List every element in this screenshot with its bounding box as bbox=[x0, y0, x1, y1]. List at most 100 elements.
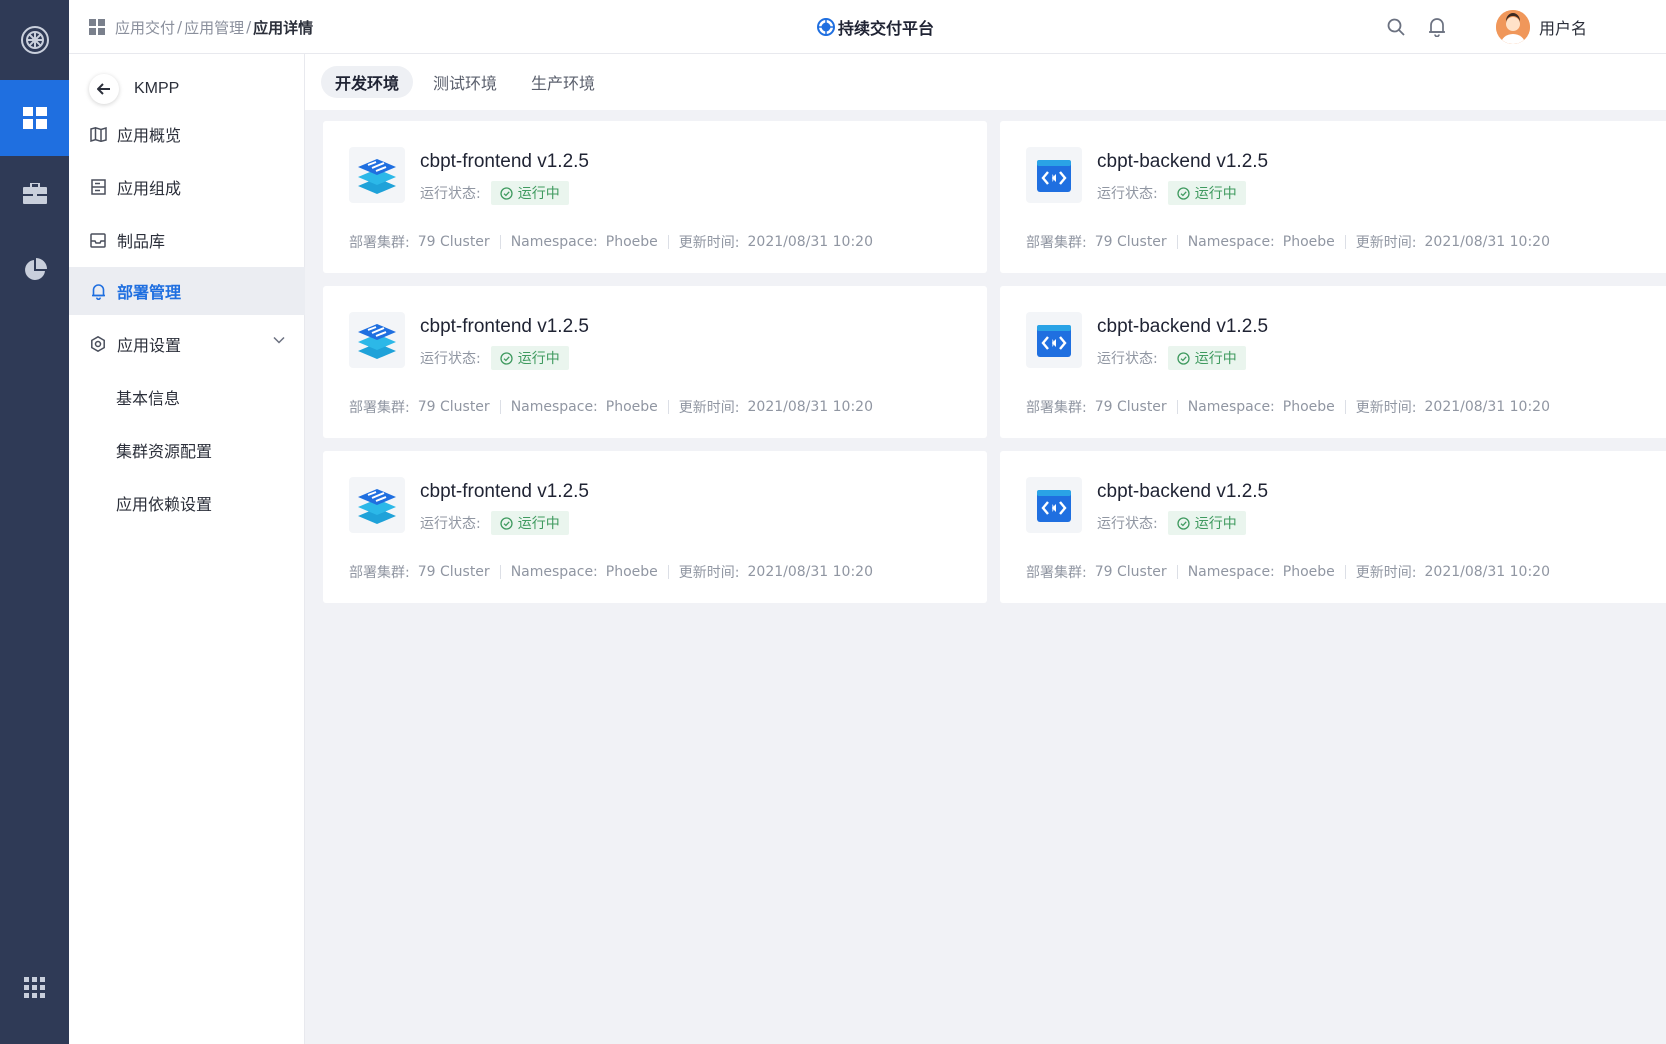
divider bbox=[499, 565, 501, 579]
namespace-label: Namespace: bbox=[1187, 399, 1275, 415]
rail-item-dashboard[interactable] bbox=[0, 80, 69, 156]
sidebar-subitem-basic-info[interactable]: 基本信息 bbox=[69, 373, 305, 421]
deployment-card[interactable]: cbpt-backend v1.2.5 运行状态: 运行中 部署集群: 79 Clust… bbox=[1000, 286, 1666, 438]
namespace-label: Namespace: bbox=[1187, 564, 1275, 580]
status-badge: 运行中 bbox=[1167, 181, 1246, 205]
namespace-value: Phoebe bbox=[1282, 399, 1335, 415]
status-label: 运行状态: bbox=[420, 351, 481, 367]
backend-app-icon bbox=[1026, 147, 1082, 203]
divider bbox=[1344, 565, 1346, 579]
search-button[interactable] bbox=[1384, 15, 1408, 39]
breadcrumb-item[interactable]: 应用管理 bbox=[184, 17, 244, 38]
username[interactable]: 用户名 bbox=[1539, 0, 1587, 54]
cluster-value: 79 Cluster bbox=[417, 399, 490, 415]
deployment-card[interactable]: cbpt-frontend v1.2.5 运行状态: 运行中 部署集群: 79 Clus… bbox=[323, 121, 987, 273]
rail-item-apps[interactable] bbox=[0, 950, 69, 1026]
app-sidebar: KMPP 应用概览 应用组成 制品库 部署管理 应用设置 基本信息 集群资源配置… bbox=[69, 54, 305, 1044]
namespace-label: Namespace: bbox=[510, 234, 598, 250]
sidebar-subitem-cluster-resources[interactable]: 集群资源配置 bbox=[69, 426, 305, 474]
cluster-label: 部署集群: bbox=[349, 565, 410, 581]
brand-logo-icon bbox=[817, 18, 835, 36]
api-service-icon bbox=[1037, 325, 1071, 357]
sidebar-item-label: 应用概览 bbox=[117, 126, 182, 145]
deployment-card[interactable]: cbpt-backend v1.2.5 运行状态: 运行中部署集群: 79 Clust… bbox=[1000, 121, 1666, 273]
namespace-label: Namespace: bbox=[1187, 234, 1275, 250]
card-title[interactable]: cbpt-backend v1.2.5 bbox=[1097, 151, 1268, 173]
updated-value: 2021/08/31 10:20 bbox=[747, 399, 874, 415]
cluster-label: 部署集群: bbox=[1026, 565, 1087, 581]
app-header: KMPP bbox=[89, 69, 179, 109]
back-button[interactable] bbox=[89, 74, 119, 104]
updated-value: 2021/08/31 10:20 bbox=[747, 234, 874, 250]
updated-value: 2021/08/31 10:20 bbox=[1424, 399, 1551, 415]
sidebar-subitem-dependencies[interactable]: 应用依赖设置 bbox=[69, 479, 305, 527]
namespace-value: Phoebe bbox=[605, 399, 658, 415]
divider bbox=[499, 235, 501, 249]
status-row: 运行状态: 运行中 bbox=[420, 346, 569, 370]
sidebar-item-deployment[interactable]: 部署管理 bbox=[69, 267, 305, 315]
platform-brand: 持续交付平台 bbox=[817, 0, 934, 54]
card-title[interactable]: cbpt-frontend v1.2.5 bbox=[420, 481, 589, 503]
frontend-app-icon bbox=[349, 477, 405, 533]
divider bbox=[667, 565, 669, 579]
cluster-value: 79 Cluster bbox=[417, 564, 490, 580]
updated-label: 更新时间: bbox=[1355, 565, 1417, 581]
tab-prod[interactable]: 生产环境 bbox=[517, 66, 609, 98]
sidebar-item-artifacts[interactable]: 制品库 bbox=[69, 216, 305, 264]
namespace-value: Phoebe bbox=[1282, 564, 1335, 580]
global-rail bbox=[0, 0, 69, 1044]
status-row: 运行状态: 运行中 bbox=[420, 511, 569, 535]
user-avatar-icon bbox=[1496, 10, 1530, 44]
platform-logo[interactable] bbox=[0, 0, 69, 80]
status-badge: 运行中 bbox=[1167, 346, 1246, 370]
check-circle-icon bbox=[1177, 351, 1190, 365]
card-title[interactable]: cbpt-frontend v1.2.5 bbox=[420, 151, 589, 173]
tab-test[interactable]: 测试环境 bbox=[419, 66, 511, 98]
updated-value: 2021/08/31 10:20 bbox=[1424, 564, 1551, 580]
divider bbox=[667, 400, 669, 414]
card-title[interactable]: cbpt-frontend v1.2.5 bbox=[420, 316, 589, 338]
cluster-value: 79 Cluster bbox=[417, 234, 490, 250]
status-value: 运行中 bbox=[517, 351, 560, 367]
namespace-value: Phoebe bbox=[605, 564, 658, 580]
updated-value: 2021/08/31 10:20 bbox=[747, 564, 874, 580]
chevron-down-icon bbox=[273, 336, 285, 344]
backend-app-icon bbox=[1026, 477, 1082, 533]
notifications-button[interactable] bbox=[1425, 15, 1449, 39]
top-header: 应用交付 / 应用管理 / 应用详情 持续交付平台 bbox=[69, 0, 1666, 54]
sidebar-item-composition[interactable]: 应用组成 bbox=[69, 163, 305, 211]
breadcrumb-current: 应用详情 bbox=[253, 18, 314, 37]
map-icon bbox=[89, 125, 107, 143]
status-label: 运行状态: bbox=[1097, 186, 1158, 202]
avatar[interactable] bbox=[1496, 10, 1530, 44]
meta-row: 部署集群: 79 Cluster Namespace: Phoebe 更新时间: 2021… bbox=[1026, 233, 1550, 251]
deployment-card[interactable]: cbpt-backend v1.2.5 运行状态: 运行中 部署集群: 79 Clust… bbox=[1000, 451, 1666, 603]
namespace-value: Phoebe bbox=[1282, 234, 1335, 250]
rail-item-toolbox[interactable] bbox=[0, 156, 69, 232]
status-label: 运行状态: bbox=[420, 186, 481, 202]
bell-icon bbox=[1429, 18, 1445, 37]
divider bbox=[1176, 235, 1178, 249]
sidebar-item-label: 制品库 bbox=[117, 232, 166, 251]
sidebar-item-overview[interactable]: 应用概览 bbox=[69, 110, 305, 158]
sidebar-item-label: 应用组成 bbox=[117, 179, 182, 198]
rail-item-analytics[interactable] bbox=[0, 232, 69, 308]
cluster-value: 79 Cluster bbox=[1094, 234, 1167, 250]
check-circle-icon bbox=[1177, 516, 1190, 530]
breadcrumb-item[interactable]: 应用交付 bbox=[115, 17, 175, 38]
deployment-card[interactable]: cbpt-frontend v1.2.5 运行状态: 运行中 部署集群: 79 Clus… bbox=[323, 286, 987, 438]
tab-dev[interactable]: 开发环境 bbox=[321, 66, 414, 98]
cluster-label: 部署集群: bbox=[1026, 235, 1087, 251]
search-icon bbox=[1387, 18, 1405, 36]
stack-layers-icon bbox=[358, 489, 396, 524]
cluster-value: 79 Cluster bbox=[1094, 399, 1167, 415]
deployment-card[interactable]: cbpt-frontend v1.2.5 运行状态: 运行中部署集群: 79 Clus… bbox=[323, 451, 987, 603]
updated-label: 更新时间: bbox=[1355, 235, 1417, 251]
status-value: 运行中 bbox=[1194, 516, 1237, 532]
card-title[interactable]: cbpt-backend v1.2.5 bbox=[1097, 481, 1268, 503]
updated-label: 更新时间: bbox=[678, 400, 740, 416]
frontend-app-icon bbox=[349, 312, 405, 368]
updated-label: 更新时间: bbox=[678, 565, 740, 581]
card-title[interactable]: cbpt-backend v1.2.5 bbox=[1097, 316, 1268, 338]
sidebar-item-settings[interactable]: 应用设置 bbox=[69, 320, 305, 368]
